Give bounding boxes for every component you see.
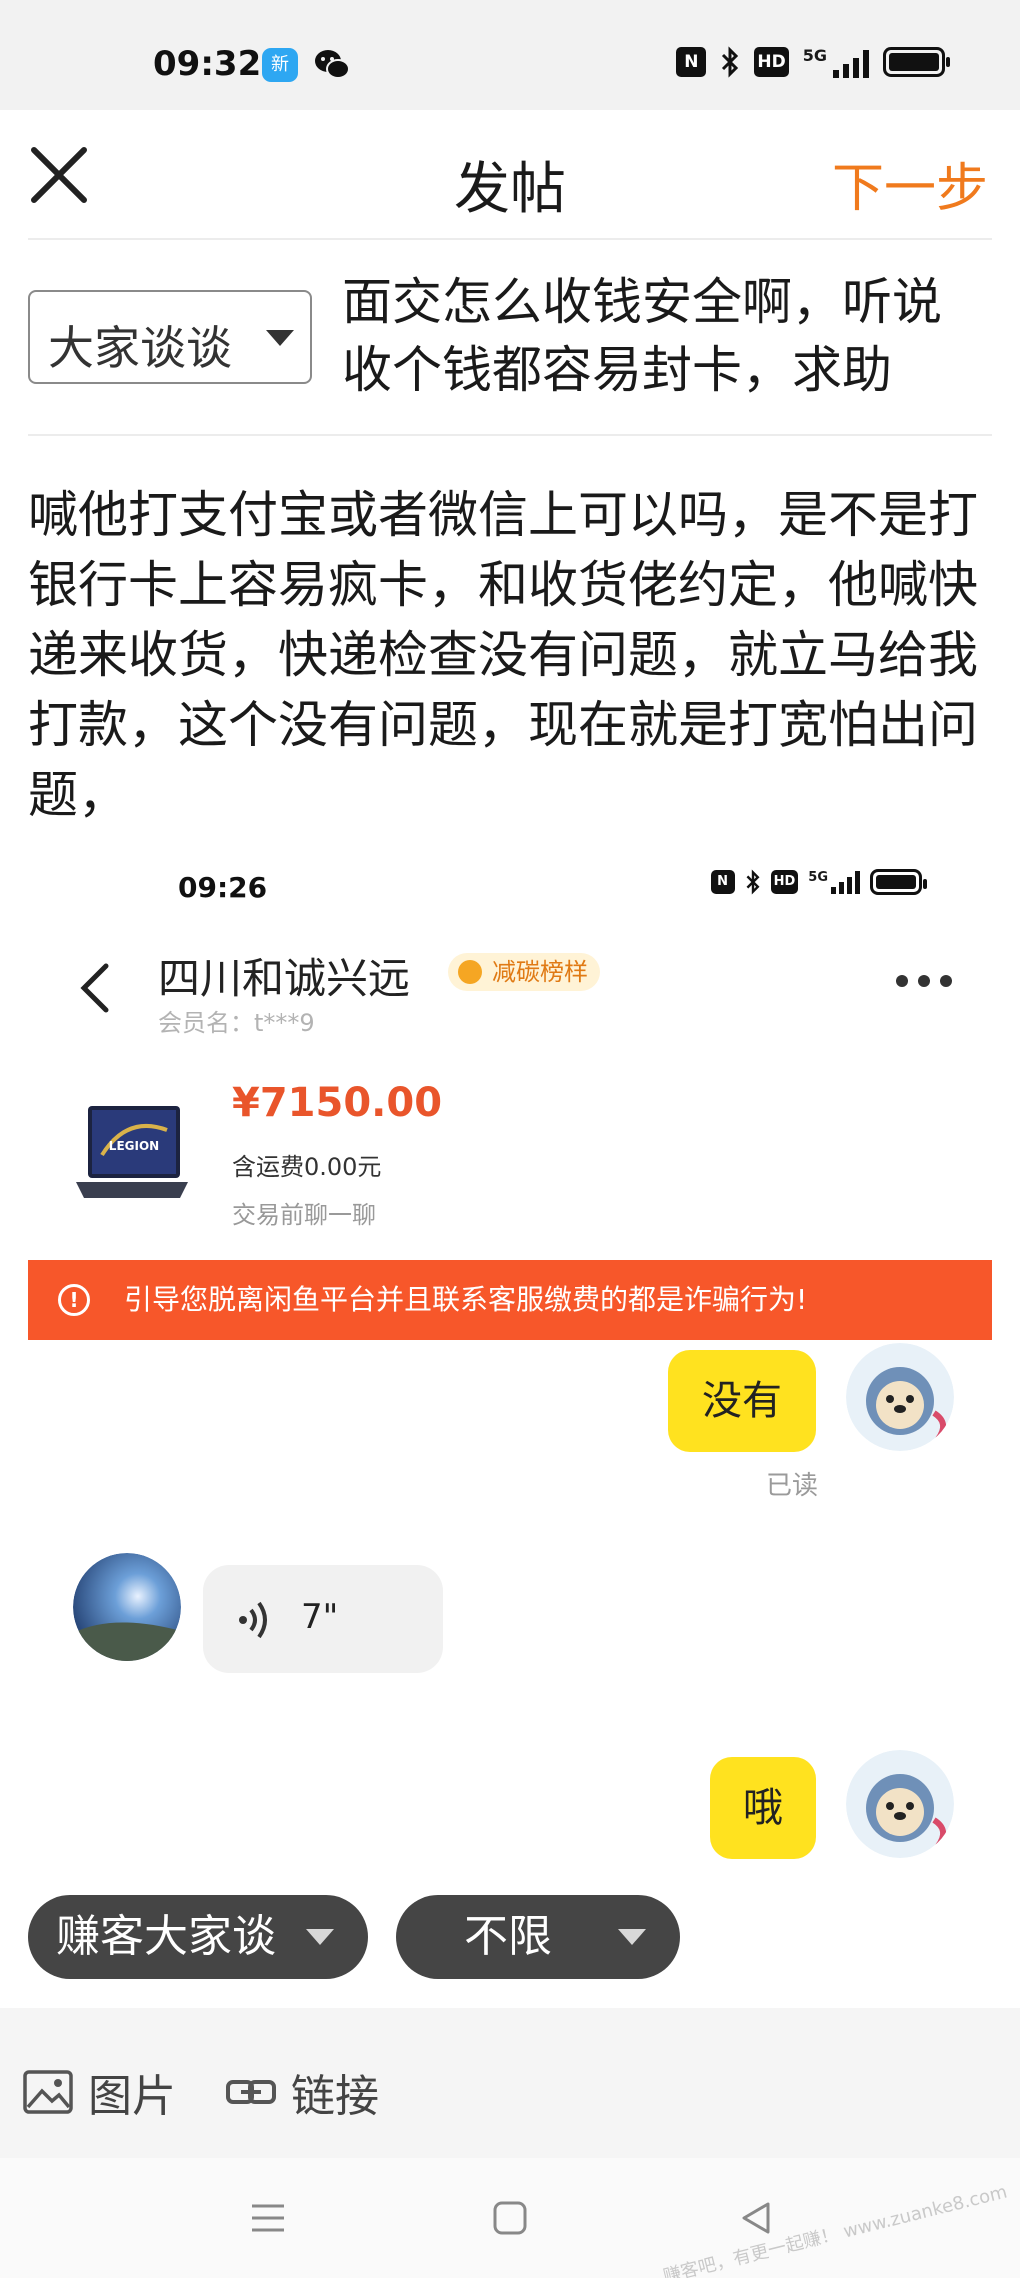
status-bar: 09:32 新 N HD 5G xyxy=(0,0,1020,110)
hd-icon: HD xyxy=(770,870,799,894)
member-name: 会员名：t***9 xyxy=(158,1009,315,1037)
link-label: 链接 xyxy=(291,2071,379,2122)
more-icon xyxy=(896,975,952,987)
voice-duration: 7" xyxy=(301,1597,339,1637)
network-label: 5G xyxy=(808,870,828,885)
tag-icon xyxy=(458,960,482,984)
signal-icon: 5G xyxy=(808,870,860,894)
network-label: 5G xyxy=(802,46,827,65)
home-icon[interactable] xyxy=(490,2198,530,2238)
top-bar: 发帖 下一步 xyxy=(0,110,1020,240)
caret-down-icon xyxy=(266,330,294,346)
seal-avatar xyxy=(846,1343,954,1451)
fraud-warning-text: 引导您脱离闲鱼平台并且联系客服缴费的都是诈骗行为! xyxy=(124,1283,808,1316)
voice-icon xyxy=(239,1601,267,1639)
composer-toolbar: 图片 链接 xyxy=(0,2008,1020,2158)
shop-tag-label: 减碳榜样 xyxy=(492,958,588,986)
bluetooth-icon xyxy=(722,46,739,78)
shop-tag-badge: 减碳榜样 xyxy=(448,953,600,991)
board-chip-label: 赚客大家谈 xyxy=(56,1911,276,1962)
voice-message[interactable]: 7" xyxy=(203,1565,443,1673)
link-icon xyxy=(226,2080,276,2104)
category-select[interactable]: 大家谈谈 xyxy=(28,290,312,384)
wechat-icon xyxy=(314,48,350,82)
back-icon[interactable] xyxy=(736,2198,776,2238)
hd-icon: HD xyxy=(754,47,789,77)
chat-before-trade: 交易前聊一聊 xyxy=(232,1201,376,1229)
system-icons: N HD 5G xyxy=(676,46,950,78)
warning-icon: ! xyxy=(58,1284,90,1316)
chat-bubble-sent: 哦 xyxy=(710,1757,816,1859)
caret-down-icon xyxy=(618,1929,646,1945)
status-time: 09:32 xyxy=(153,44,262,84)
back-chevron-icon xyxy=(80,963,109,1013)
battery-icon xyxy=(870,869,927,895)
post-body-input[interactable]: 喊他打支付宝或者微信上可以吗，是不是打银行卡上容易疯卡，和收货佬约定，他喊快递来… xyxy=(28,480,988,830)
seal-avatar xyxy=(846,1750,954,1858)
insert-image-button[interactable]: 图片 xyxy=(22,2060,176,2124)
post-title-input[interactable]: 面交怎么收钱安全啊，听说收个钱都容易封卡，求助 xyxy=(342,268,982,404)
shipping-fee: 含运费0.00元 xyxy=(232,1153,382,1181)
category-selected-label: 大家谈谈 xyxy=(48,321,232,375)
bluetooth-icon xyxy=(746,869,760,895)
nfc-icon: N xyxy=(676,47,707,77)
embedded-status-time: 09:26 xyxy=(178,871,268,904)
insert-link-button[interactable]: 链接 xyxy=(225,2060,379,2124)
embedded-system-icons: N HD 5G xyxy=(710,869,927,895)
image-label: 图片 xyxy=(88,2071,176,2122)
image-icon xyxy=(23,2070,73,2114)
read-status: 已读 xyxy=(766,1471,819,1501)
shop-name: 四川和诚兴远 xyxy=(158,954,411,1003)
app-notification-icon: 新 xyxy=(262,48,298,82)
menu-icon[interactable] xyxy=(248,2198,288,2238)
product-price: ¥7150.00 xyxy=(232,1080,443,1126)
attached-image[interactable]: 09:26 N HD 5G 四川和诚兴远 减碳榜样 会员名：t***9 LEGI… xyxy=(28,845,992,1885)
product-logo: LEGION xyxy=(109,1139,159,1153)
product-thumbnail: LEGION xyxy=(76,1106,188,1198)
board-select-chip[interactable]: 赚客大家谈 xyxy=(28,1895,368,1979)
divider xyxy=(28,434,992,436)
signal-icon: 5G xyxy=(803,46,869,78)
limit-select-chip[interactable]: 不限 xyxy=(396,1895,680,1979)
fraud-warning-bar: ! 引导您脱离闲鱼平台并且联系客服缴费的都是诈骗行为! xyxy=(28,1260,992,1340)
buyer-avatar xyxy=(73,1553,181,1661)
next-step-button[interactable]: 下一步 xyxy=(832,146,988,221)
caret-down-icon xyxy=(306,1929,334,1945)
chat-bubble-sent: 没有 xyxy=(668,1350,816,1452)
nfc-icon: N xyxy=(710,870,735,894)
battery-icon xyxy=(883,47,950,77)
divider xyxy=(28,238,992,240)
limit-chip-label: 不限 xyxy=(464,1911,552,1962)
